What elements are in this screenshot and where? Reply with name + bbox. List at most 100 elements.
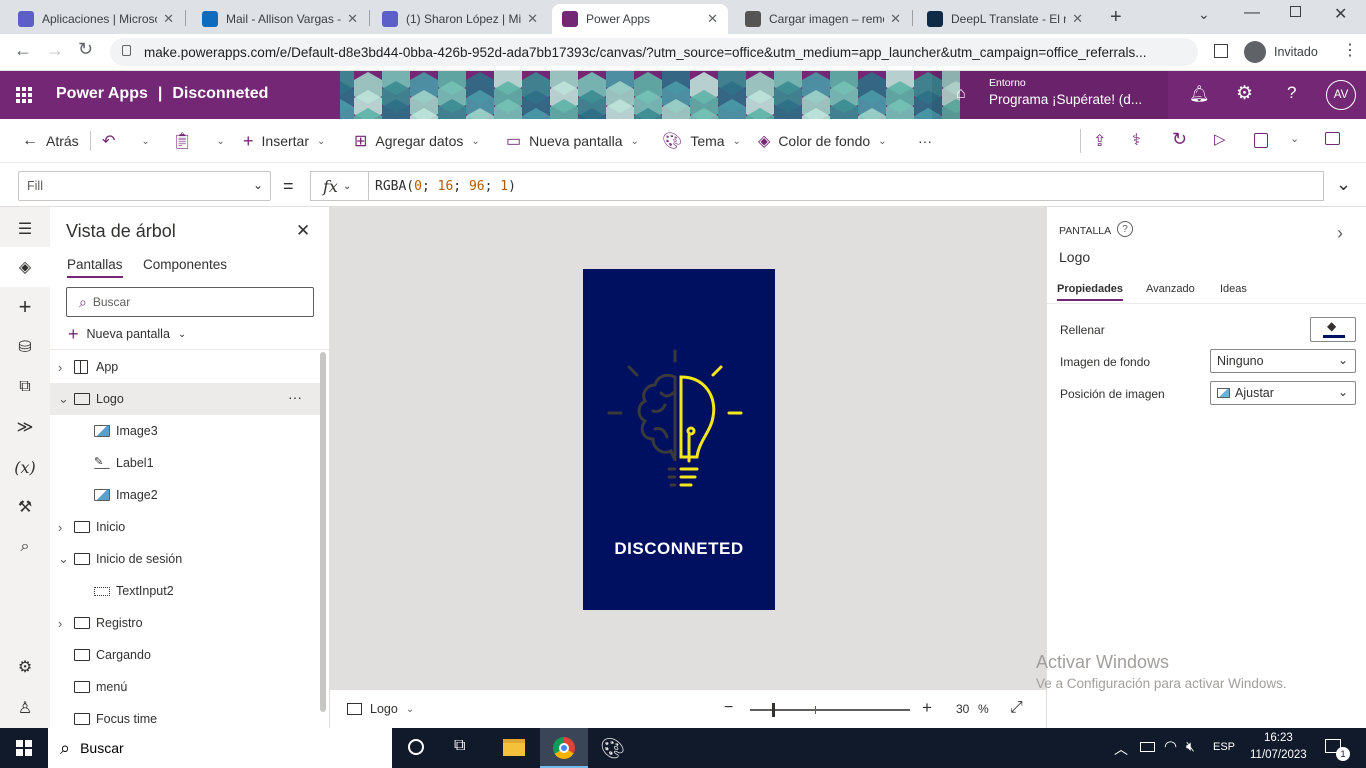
tab-ideas[interactable]: Ideas [1220,283,1247,295]
zoom-value[interactable]: 30 [956,702,969,716]
paste-button[interactable]: 📋︎ ⌄ [172,119,225,163]
settings-icon[interactable]: ⚙ [0,647,50,687]
refresh-icon[interactable]: ↻ [1172,129,1187,150]
tab-close-icon[interactable]: ✕ [1072,11,1083,27]
power-automate-icon[interactable]: ≫ [0,407,50,447]
more-button[interactable]: ··· [918,119,932,163]
browser-tab[interactable]: Aplicaciones | Microso ✕ [8,4,184,34]
cortana-icon[interactable] [408,739,424,755]
file-explorer-icon[interactable] [503,739,525,756]
tree-node[interactable]: Image3 [50,415,320,447]
environment-picker[interactable]: ⌂ Entorno Programa ¡Supérate! (d... [932,71,1168,119]
tab-close-icon[interactable]: ✕ [347,11,358,27]
tab-screens[interactable]: Pantallas [67,257,123,278]
back-button[interactable]: ← Atrás [22,119,79,163]
virtual-agent-icon[interactable]: ♙ [0,688,50,728]
browser-tab[interactable]: (1) Sharon López | Mic ✕ [372,4,548,34]
variables-icon[interactable]: (x) [0,447,50,487]
tree-node[interactable]: Cargando [50,639,320,671]
new-tab-button[interactable]: + [1110,6,1122,29]
zoom-out-icon[interactable]: − [724,699,733,717]
tree-node[interactable]: › App [50,351,320,383]
battery-icon[interactable] [1140,742,1155,752]
zoom-slider[interactable] [750,703,910,717]
url-field[interactable]: make.powerapps.com/e/Default-d8e3bd44-0b… [110,38,1198,66]
project-name[interactable]: Disconneted [172,85,268,103]
logo-text[interactable]: DISCONNETED [583,539,775,559]
more-options-icon[interactable]: ··· [288,389,302,405]
undo-button[interactable]: ↶ ⌄ [102,119,150,163]
tab-close-icon[interactable]: ✕ [707,11,718,27]
zoom-in-icon[interactable]: + [922,698,932,718]
windows-start-icon[interactable] [16,740,32,756]
add-data-button[interactable]: ⊞ Agregar datos ⌄ [354,119,480,163]
tree-node[interactable]: Image2 [50,479,320,511]
browser-tab[interactable]: Mail - Allison Vargas - ✕ [192,4,368,34]
maximize-icon[interactable] [1290,6,1301,17]
show-hidden-icons[interactable]: ︿ [1114,739,1128,759]
formula-input[interactable]: RGBA(0; 16; 96; 1) [368,171,1324,201]
tree-search-input[interactable]: ⌕ Buscar [66,287,314,317]
tab-close-icon[interactable]: ✕ [163,11,174,27]
forward-arrow-icon[interactable]: → [46,40,64,61]
tab-advanced[interactable]: Avanzado [1146,283,1195,295]
clock-time[interactable]: 16:23 [1264,732,1293,744]
wifi-icon[interactable]: ◠ [1164,737,1177,755]
minimize-icon[interactable]: — [1244,4,1260,22]
data-icon[interactable]: ⛁ [0,327,50,367]
chevron-down-icon[interactable]: ⌄ [58,551,70,567]
tree-node[interactable]: TextInput2 [50,575,320,607]
browser-tab[interactable]: Power Apps ✕ [552,4,728,34]
menu-kebab-icon[interactable]: ⋮ [1342,40,1358,60]
tree-view-icon[interactable]: ◈ [0,247,50,287]
tab-properties[interactable]: Propiedades [1057,283,1124,301]
play-icon[interactable]: ▷ [1214,130,1226,148]
task-view-icon[interactable]: ⧉ [454,737,465,755]
tree-node[interactable]: ⌄ Logo ··· [50,383,320,415]
chevron-right-icon[interactable]: › [58,520,70,535]
search-icon[interactable]: ⌕ [0,527,50,567]
waffle-icon[interactable] [16,87,32,103]
avatar[interactable]: AV [1326,80,1356,110]
back-arrow-icon[interactable]: ← [14,40,32,61]
bell-icon[interactable]: 🔔︎ [1189,84,1209,104]
help-icon[interactable]: ? [1287,83,1296,103]
close-window-icon[interactable]: ✕ [1334,4,1347,24]
fill-color-picker[interactable]: ◆ [1310,317,1356,342]
clock-date[interactable]: 11/07/2023 [1250,749,1307,761]
bg-image-dropdown[interactable]: Ninguno ⌄ [1210,349,1356,373]
background-color-button[interactable]: ◈ Color de fondo ⌄ [758,119,887,163]
tab-close-icon[interactable]: ✕ [527,11,538,27]
chevron-down-icon[interactable]: ⌄ [58,391,70,407]
app-name[interactable]: Power Apps [56,85,148,103]
image-position-dropdown[interactable]: Ajustar ⌄ [1210,381,1356,405]
profile-button[interactable]: Invitado [1240,39,1326,65]
browser-tab[interactable]: Cargar imagen – remo ✕ [735,4,911,34]
volume-mute-icon[interactable]: 🔇︎ [1186,738,1195,755]
close-icon[interactable]: ✕ [296,221,310,241]
expand-formula-icon[interactable]: ⌄ [1336,174,1351,195]
share-icon[interactable]: ⇪ [1093,131,1106,151]
tree-node[interactable]: ⌄ Inicio de sesión [50,543,320,575]
tree-node[interactable]: › Inicio [50,511,320,543]
property-selector[interactable]: Fill ⌄ [18,171,271,201]
tree-node[interactable]: › Registro [50,607,320,639]
fx-button[interactable]: fx ⌄ [310,171,368,201]
sidepanel-icon[interactable] [1214,44,1228,58]
chevron-right-icon[interactable]: › [58,616,70,631]
stethoscope-icon[interactable]: ⚕ [1132,130,1141,150]
new-screen-button[interactable]: + Nueva pantalla ⌄ [68,324,186,344]
screen-preview[interactable]: DISCONNETED [583,269,775,610]
chrome-taskbar-icon[interactable] [540,728,588,768]
chevron-down-icon[interactable]: ⌄ [1290,132,1299,145]
tree-node[interactable]: menú [50,671,320,703]
hamburger-icon[interactable]: ☰ [0,209,50,249]
taskbar-search-box[interactable]: ⌕ Buscar [48,728,392,768]
tab-search-icon[interactable]: ⌄ [1198,6,1210,23]
chevron-right-icon[interactable]: › [58,360,70,375]
language-indicator[interactable]: ESP [1213,741,1235,753]
fit-to-window-icon[interactable]: ⤢ [1010,699,1023,717]
paint-app-icon[interactable]: 🎨︎ [600,736,625,761]
theme-button[interactable]: 🎨︎ Tema ⌄ [662,119,741,163]
browser-tab[interactable]: DeepL Translate - El m ✕ [917,4,1093,34]
